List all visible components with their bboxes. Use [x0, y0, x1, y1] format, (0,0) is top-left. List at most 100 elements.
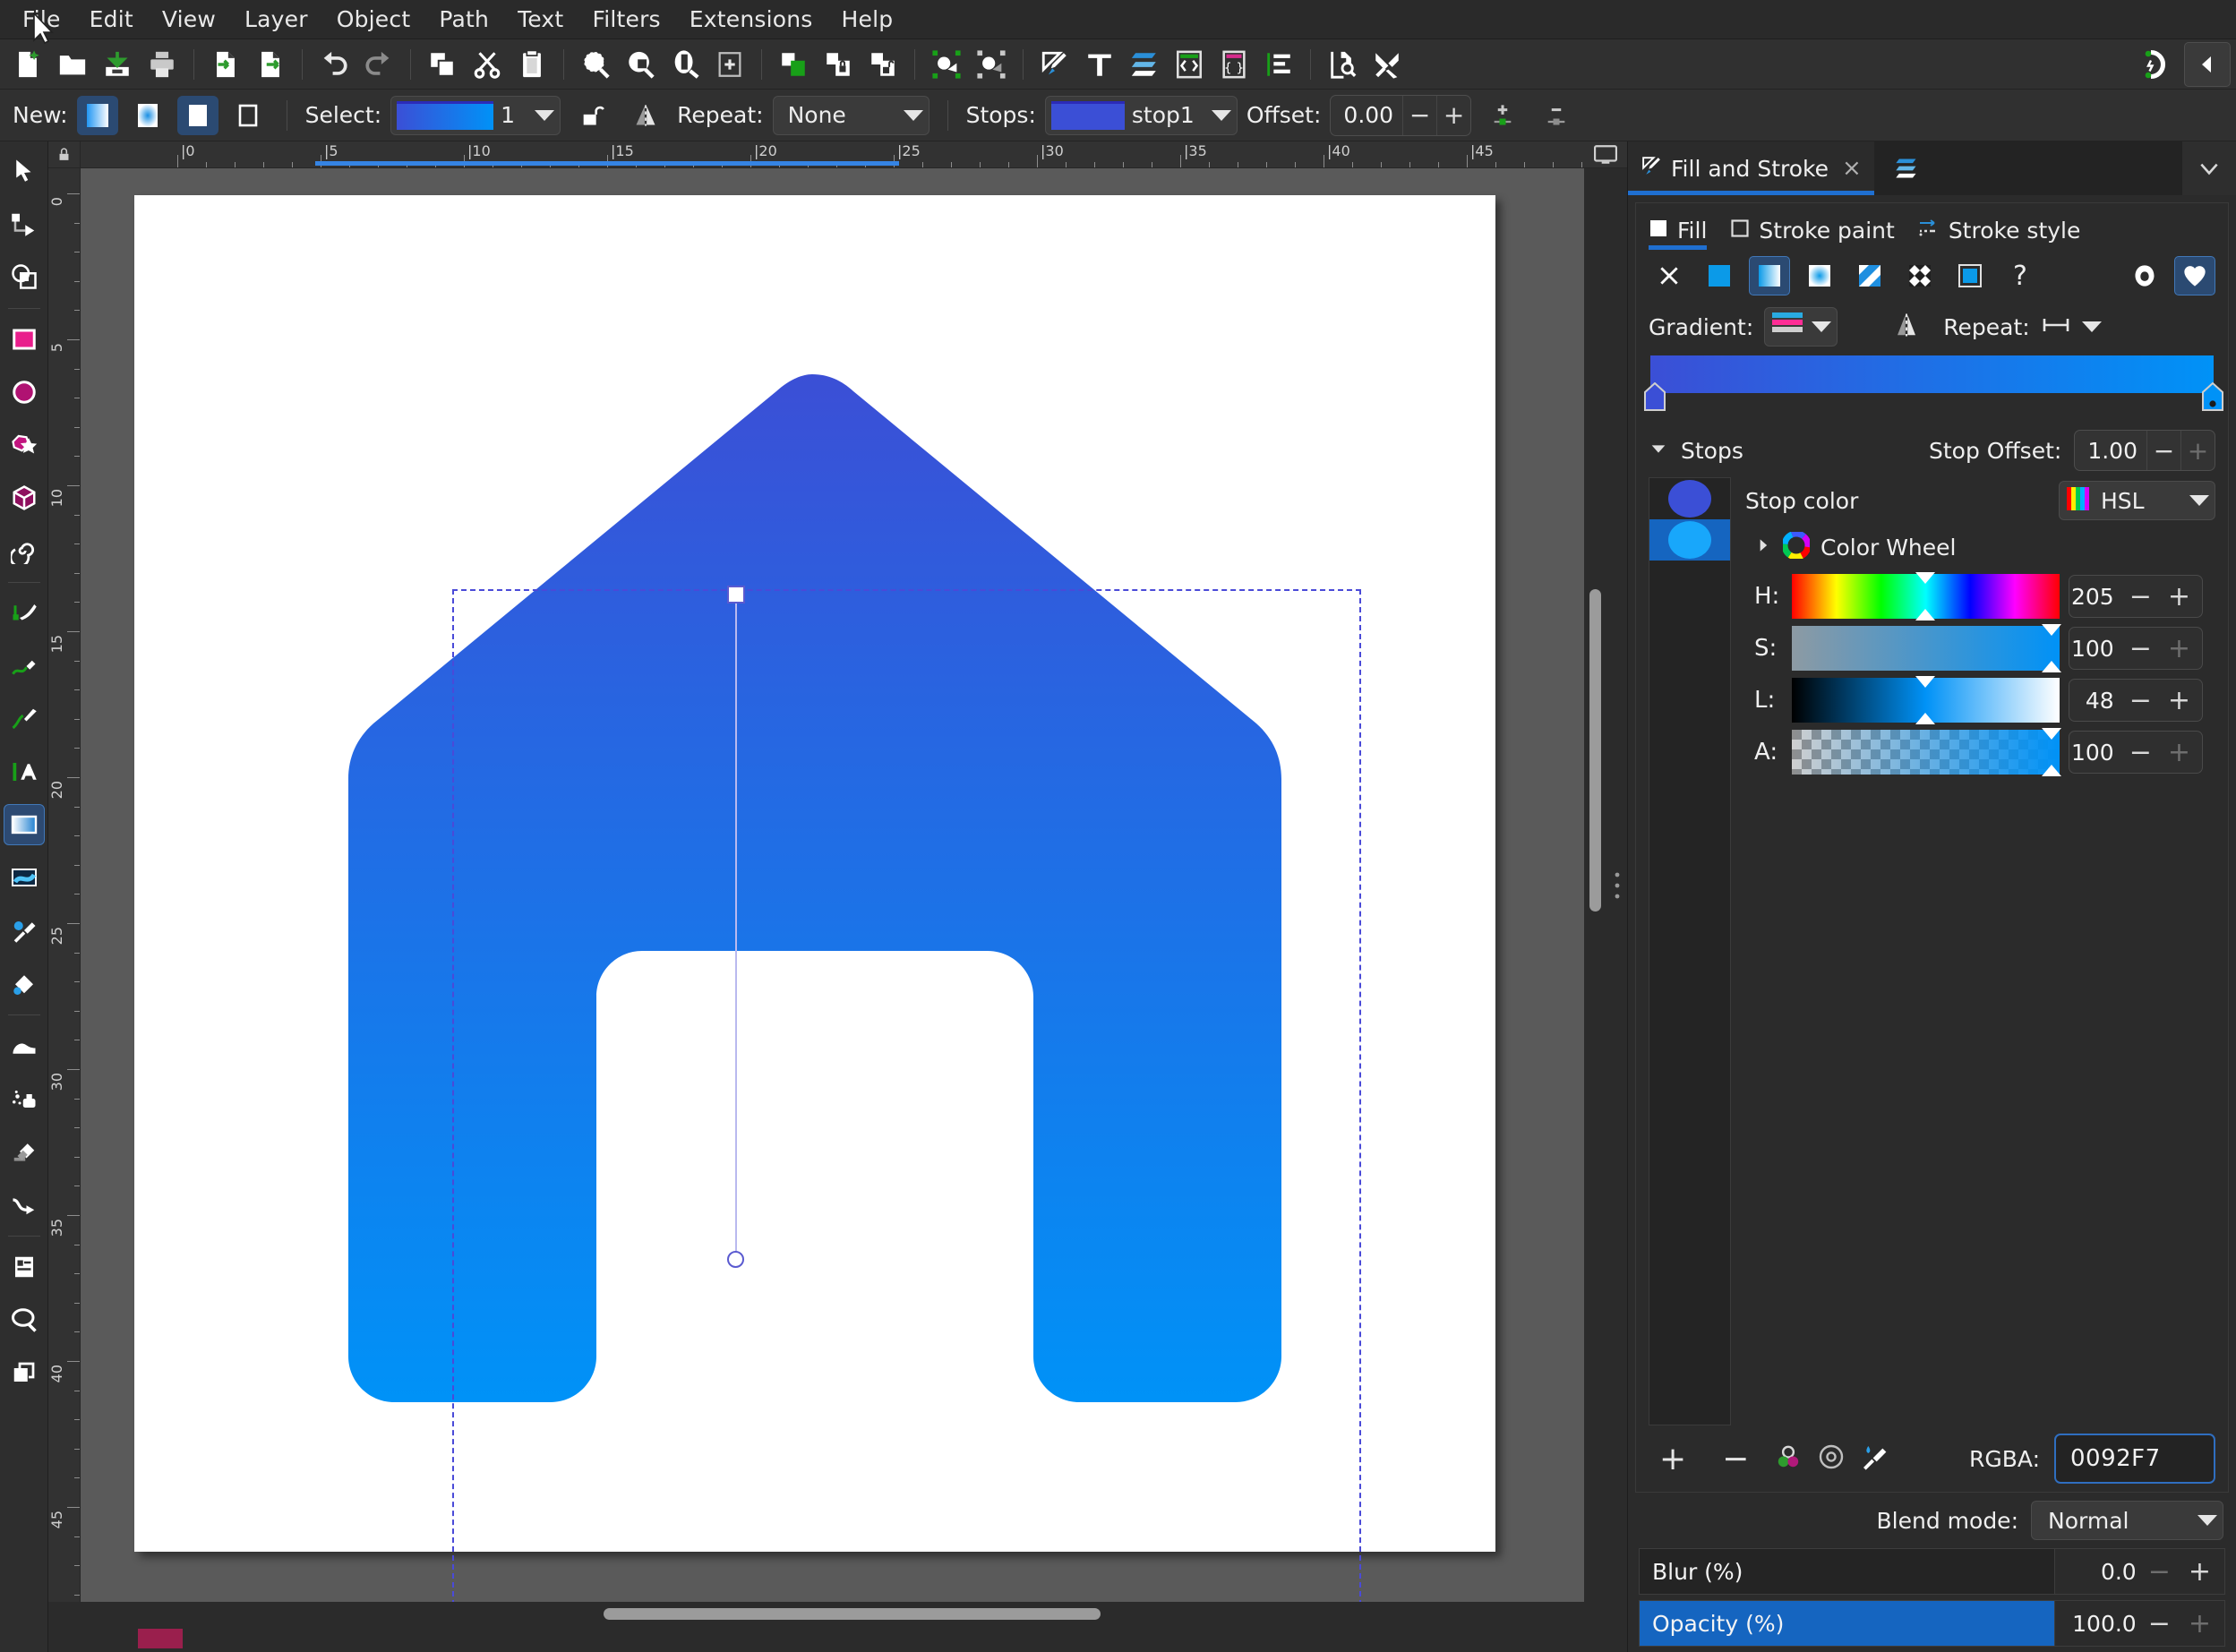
- radial-gradient-icon[interactable]: [1799, 256, 1840, 295]
- tweak-tool[interactable]: [4, 1025, 45, 1066]
- copy-icon[interactable]: [420, 43, 465, 86]
- lightness-value[interactable]: 48: [2086, 688, 2114, 714]
- collapse-panel-icon[interactable]: [2184, 41, 2231, 87]
- offset-spinner[interactable]: 0.00 − +: [1330, 94, 1472, 136]
- delete-stop-icon[interactable]: [1534, 94, 1579, 137]
- swatch-icon[interactable]: [1949, 256, 1991, 295]
- tab-fill-and-stroke[interactable]: Fill and Stroke ×: [1628, 141, 1874, 195]
- fill-stroke-dialog-icon[interactable]: [1032, 43, 1077, 86]
- offset-value[interactable]: 0.00: [1331, 102, 1402, 128]
- selector-tool[interactable]: [4, 150, 45, 192]
- objects-panel-icon[interactable]: [1256, 43, 1301, 86]
- zoom-drawing-icon[interactable]: [618, 43, 663, 86]
- linear-gradient-icon[interactable]: [1749, 256, 1790, 295]
- saturation-slider[interactable]: [1792, 624, 2061, 672]
- lock-group-icon[interactable]: [816, 43, 861, 86]
- chevron-down-icon[interactable]: [2182, 141, 2236, 195]
- offset-increment-button[interactable]: +: [1436, 95, 1470, 135]
- text-tool[interactable]: [4, 751, 45, 792]
- alpha-increment-button[interactable]: +: [2162, 737, 2197, 768]
- color-managed-icon[interactable]: [1774, 1442, 1803, 1475]
- measure-tool[interactable]: [4, 1352, 45, 1393]
- reverse-gradient-icon[interactable]: [1893, 312, 1920, 342]
- tab-stroke-paint[interactable]: Stroke paint: [1730, 218, 1895, 250]
- alpha-spinner[interactable]: 100 − +: [2069, 731, 2203, 774]
- stop-offset-value[interactable]: 1.00: [2075, 438, 2146, 464]
- connector-tool[interactable]: [4, 1184, 45, 1225]
- pattern-icon[interactable]: [1899, 256, 1940, 295]
- gradient-list-dropdown[interactable]: [1764, 307, 1838, 347]
- menu-item-filters[interactable]: Filters: [578, 4, 673, 35]
- hue-spinner[interactable]: 205 − +: [2069, 575, 2203, 618]
- lightness-slider[interactable]: [1792, 676, 2060, 724]
- horizontal-ruler[interactable]: |0 |5 |10 |15 |20 |25 |30 |35 |40 |45: [81, 141, 1584, 168]
- gradient-tool[interactable]: [3, 804, 45, 845]
- unlock-group-icon[interactable]: [861, 43, 905, 86]
- mesh-gradient-icon[interactable]: [1849, 256, 1890, 295]
- zoom-fit-icon[interactable]: [707, 43, 752, 86]
- hue-value[interactable]: 205: [2071, 584, 2114, 610]
- objects-selected-icon[interactable]: [924, 43, 969, 86]
- text-tool-dialog-icon[interactable]: [1077, 43, 1122, 86]
- blend-mode-dropdown[interactable]: Normal: [2031, 1501, 2223, 1540]
- blur-slider-track[interactable]: Blur (%): [1639, 1548, 2055, 1595]
- blur-slider-row[interactable]: Blur (%) 0.0 − +: [1639, 1548, 2225, 1595]
- no-paint-icon[interactable]: [1649, 256, 1690, 295]
- menu-item-edit[interactable]: Edit: [76, 4, 147, 35]
- pick-color-icon[interactable]: [1860, 1442, 1889, 1475]
- gradient-line[interactable]: [735, 598, 737, 1261]
- close-icon[interactable]: ×: [1842, 155, 1862, 182]
- vertical-scrollbar-area[interactable]: [1584, 168, 1607, 1602]
- chevron-down-icon[interactable]: [1211, 109, 1231, 121]
- menu-item-extensions[interactable]: Extensions: [676, 4, 827, 35]
- chevron-down-icon[interactable]: [2197, 1515, 2217, 1526]
- box3d-tool[interactable]: [4, 477, 45, 518]
- menu-item-text[interactable]: Text: [504, 4, 577, 35]
- lightness-decrement-button[interactable]: −: [2123, 685, 2158, 716]
- mesh-tool[interactable]: [4, 857, 45, 898]
- xml-editor-icon[interactable]: [1167, 43, 1212, 86]
- dropper-tool[interactable]: [4, 910, 45, 951]
- menu-item-help[interactable]: Help: [828, 4, 907, 35]
- gradient-start-handle[interactable]: [727, 586, 745, 603]
- export-icon[interactable]: [248, 43, 293, 86]
- blur-decrement-button[interactable]: −: [2142, 1556, 2177, 1588]
- repeat-none-icon[interactable]: [2041, 315, 2071, 338]
- ellipse-tool[interactable]: [4, 372, 45, 413]
- opacity-slider-track[interactable]: Opacity (%): [1639, 1600, 2055, 1647]
- rectangle-tool[interactable]: [4, 319, 45, 360]
- cut-icon[interactable]: [465, 43, 510, 86]
- radial-gradient-new-button[interactable]: [127, 96, 168, 135]
- vertical-ruler[interactable]: 0 5 10 15 20 25 30 35 40 45: [48, 168, 81, 1625]
- gradient-stop-marker-end[interactable]: [2201, 381, 2223, 411]
- menu-item-file[interactable]: File: [9, 4, 74, 35]
- saturation-spinner[interactable]: 100 − +: [2069, 627, 2203, 670]
- unlocked-icon[interactable]: [570, 94, 614, 137]
- star-tool[interactable]: [4, 424, 45, 466]
- stops-expander-icon[interactable]: [1649, 439, 1668, 462]
- reverse-gradient-icon[interactable]: [623, 94, 668, 137]
- stops-dropdown[interactable]: stop1: [1044, 95, 1238, 135]
- even-odd-fillrule-icon[interactable]: [2124, 256, 2165, 295]
- alpha-decrement-button[interactable]: −: [2123, 737, 2158, 768]
- horizontal-scrollbar-thumb[interactable]: [604, 1607, 1101, 1620]
- drawing-canvas[interactable]: [81, 168, 1584, 1602]
- apply-to-stroke-button[interactable]: [227, 96, 269, 135]
- unknown-paint-icon[interactable]: ?: [2000, 256, 2041, 295]
- group-icon[interactable]: [771, 43, 816, 86]
- rgba-value[interactable]: 0092F7: [2070, 1445, 2161, 1472]
- blur-increment-button[interactable]: +: [2182, 1556, 2217, 1588]
- chevron-down-icon[interactable]: [2189, 495, 2209, 506]
- chevron-down-icon[interactable]: [903, 109, 923, 121]
- gradient-select-dropdown[interactable]: 1: [390, 95, 561, 135]
- zoom-tool[interactable]: [4, 1299, 45, 1340]
- nonzero-fillrule-icon[interactable]: [2174, 256, 2215, 295]
- hue-decrement-button[interactable]: −: [2123, 581, 2158, 612]
- insert-stop-icon[interactable]: [1480, 94, 1525, 137]
- boolean-tool[interactable]: [4, 256, 45, 297]
- hue-increment-button[interactable]: +: [2162, 581, 2197, 612]
- saturation-value[interactable]: 100: [2071, 636, 2114, 662]
- offset-decrement-button[interactable]: −: [1402, 95, 1436, 135]
- alpha-slider[interactable]: [1792, 728, 2061, 776]
- opacity-value-box[interactable]: 100.0 − +: [2055, 1600, 2225, 1647]
